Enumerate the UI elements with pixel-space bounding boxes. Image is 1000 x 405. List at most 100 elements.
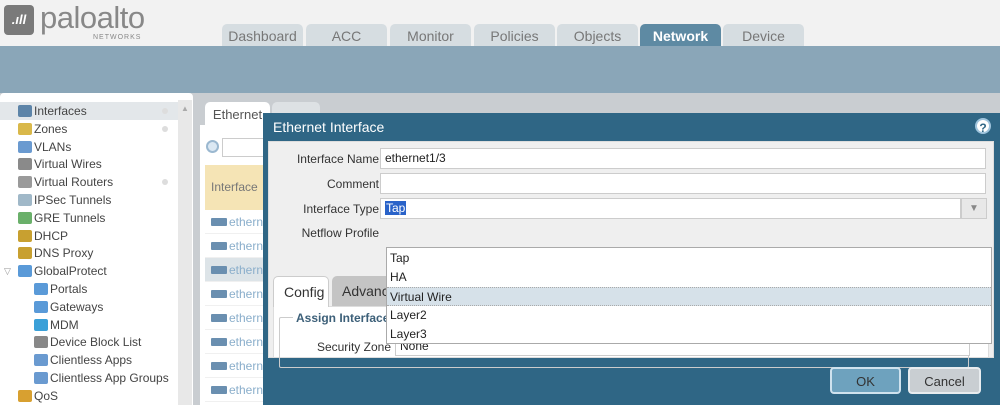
ipsec-tunnels-icon [18, 194, 32, 206]
status-dot [162, 125, 168, 132]
sidebar-item-dns-proxy[interactable]: DNS Proxy [0, 244, 178, 262]
interface-link[interactable]: ethernet1/1 [229, 215, 267, 229]
interface-icon [211, 242, 227, 250]
clientless-apps-icon [34, 354, 48, 367]
sidebar-item-label: Virtual Routers [34, 175, 114, 190]
chevron-down-icon[interactable]: ▼ [961, 198, 987, 219]
table-row[interactable]: ethernet1/3 [205, 258, 267, 282]
portals-icon [34, 283, 48, 295]
gre-tunnels-icon [18, 211, 32, 224]
sidebar-item-virtual-wires[interactable]: Virtual Wires [0, 155, 178, 173]
sidebar-item-label: Virtual Wires [34, 157, 102, 172]
nav-tab-monitor[interactable]: Monitor [390, 24, 471, 46]
table-row[interactable]: ethernet1/2 [205, 234, 267, 258]
sidebar-item-label: IPSec Tunnels [34, 193, 112, 207]
ok-button[interactable]: OK [830, 367, 901, 394]
option-layer2[interactable]: Layer2 [387, 306, 991, 325]
sidebar-item-portals[interactable]: Portals [0, 280, 178, 298]
mdm-icon [34, 318, 48, 331]
interface-icon [211, 266, 227, 274]
option-layer3[interactable]: Layer3 [387, 325, 991, 344]
interface-link[interactable]: ethernet1/6 [229, 335, 267, 349]
status-dot [162, 179, 168, 186]
qos-icon [18, 389, 32, 402]
sidebar-item-label: GRE Tunnels [34, 210, 106, 225]
sidebar-item-ipsec-tunnels[interactable]: IPSec Tunnels [0, 191, 178, 209]
sidebar-item-label: Clientless App Groups [50, 371, 169, 385]
sidebar-item-clientless-app-groups[interactable]: Clientless App Groups [0, 369, 178, 387]
interface-type-value: Tap [385, 201, 407, 215]
nav-tab-acc[interactable]: ACC [306, 24, 387, 46]
logo-subtext: NETWORKS [93, 34, 142, 41]
netflow-profile-label: Netflow Profile [301, 226, 379, 240]
scroll-up-icon[interactable]: ▲ [181, 104, 189, 113]
sidebar-item-qos[interactable]: QoS [0, 387, 178, 405]
nav-tab-device[interactable]: Device [723, 24, 804, 46]
table-row[interactable]: ethernet1/7 [205, 354, 267, 378]
sidebar-item-globalprotect[interactable]: GlobalProtect ▽ [0, 262, 178, 280]
interface-link[interactable]: ethernet1/8 [229, 383, 267, 397]
interface-icon [211, 290, 227, 298]
interface-link[interactable]: ethernet1/3 [229, 263, 267, 277]
option-virtual-wire[interactable]: Virtual Wire [387, 287, 991, 306]
sidebar-item-label: Clientless Apps [50, 353, 133, 368]
sidebar-item-virtual-routers[interactable]: Virtual Routers [0, 173, 178, 191]
search-input[interactable] [222, 138, 267, 157]
table-row[interactable]: ethernet1/1 [205, 210, 267, 234]
security-zone-label: Security Zone [316, 340, 391, 354]
vlans-icon [18, 140, 32, 153]
interface-name-input[interactable]: ethernet1/3 [380, 148, 986, 169]
interface-name-label: Interface Name [296, 152, 379, 166]
expand-arrow-icon[interactable]: ▽ [4, 262, 11, 280]
tab-ethernet[interactable]: Ethernet [205, 102, 270, 126]
table-row[interactable]: ethernet1/5 [205, 306, 267, 330]
nav-tab-policies[interactable]: Policies [474, 24, 555, 46]
interface-icon [211, 218, 227, 226]
virtual-wires-icon [18, 158, 32, 171]
sidebar-item-label: Gateways [50, 299, 104, 314]
nav-tab-objects[interactable]: Objects [557, 24, 638, 46]
table-row[interactable]: ethernet1/6 [205, 330, 267, 354]
sidebar-item-gre-tunnels[interactable]: GRE Tunnels [0, 209, 178, 227]
sidebar-scrollbar[interactable] [178, 100, 192, 405]
interface-icon [211, 338, 227, 346]
nav-tab-network[interactable]: Network [640, 24, 721, 46]
top-header: .ıll paloalto NETWORKS Dashboard ACC Mon… [0, 0, 1000, 46]
tab-config[interactable]: Config [273, 276, 329, 307]
help-icon[interactable]: ? [975, 118, 991, 135]
virtual-routers-icon [18, 176, 32, 189]
sidebar-item-device-block-list[interactable]: Device Block List [0, 333, 178, 351]
logo-text: paloalto [40, 0, 145, 35]
cancel-button[interactable]: Cancel [908, 367, 981, 394]
comment-input[interactable] [380, 173, 986, 194]
sidebar-item-zones[interactable]: Zones [0, 120, 178, 138]
interface-type-label: Interface Type [303, 202, 379, 216]
interface-link[interactable]: ethernet1/7 [229, 359, 267, 373]
dhcp-icon [18, 229, 32, 242]
interface-link[interactable]: ethernet1/4 [229, 287, 267, 301]
interface-type-dropdown: Tap HA Virtual Wire Layer2 Layer3 [386, 247, 992, 344]
ethernet-interface-dialog: Ethernet Interface ? Interface Name ethe… [263, 113, 1000, 405]
column-header-interface[interactable]: Interface [205, 165, 267, 210]
interface-link[interactable]: ethernet1/5 [229, 311, 267, 325]
search-icon [206, 140, 219, 153]
table-row[interactable]: ethernet1/8 [205, 378, 267, 402]
logo-icon: .ıll [4, 5, 34, 35]
sidebar-item-dhcp[interactable]: DHCP [0, 227, 178, 245]
table-row[interactable]: ethernet1/4 [205, 282, 267, 306]
sidebar-item-gateways[interactable]: Gateways [0, 298, 178, 316]
dialog-body: Interface Name ethernet1/3 Comment Inter… [268, 141, 994, 368]
interfaces-icon [18, 105, 32, 117]
tab-advanced[interactable]: Advanced [332, 276, 392, 307]
interface-link[interactable]: ethernet1/2 [229, 239, 267, 253]
device-block-list-icon [34, 336, 48, 349]
sidebar-item-vlans[interactable]: VLANs [0, 138, 178, 156]
option-ha[interactable]: HA [387, 268, 991, 287]
sidebar-item-clientless-apps[interactable]: Clientless Apps [0, 351, 178, 369]
sidebar-item-mdm[interactable]: MDM [0, 316, 178, 334]
nav-tab-dashboard[interactable]: Dashboard [222, 24, 303, 46]
sidebar-item-label: DHCP [34, 228, 69, 243]
sidebar-item-interfaces[interactable]: Interfaces [0, 102, 178, 120]
interface-type-select[interactable]: Tap [380, 198, 961, 219]
option-tap[interactable]: Tap [387, 249, 991, 268]
